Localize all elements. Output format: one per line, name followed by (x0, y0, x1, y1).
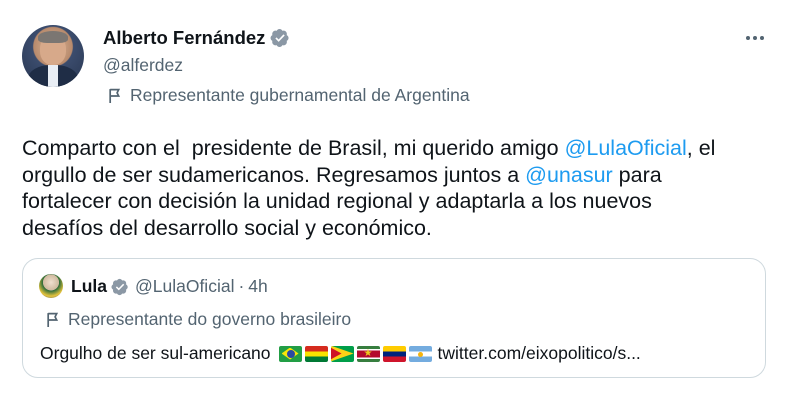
quoted-timestamp[interactable]: 4h (248, 276, 267, 297)
suriname-flag-icon (356, 345, 380, 362)
flag-outline-icon (109, 88, 121, 103)
tweet-line: desafíos del desarrollo social y económi… (22, 215, 432, 240)
mention-unasur[interactable]: @unasur (525, 163, 613, 187)
verified-badge-icon (270, 29, 289, 47)
quoted-display-name[interactable]: Lula (71, 276, 107, 297)
quoted-affiliation: Representante do governo brasileiro (45, 309, 351, 330)
flag-emojis (278, 345, 432, 362)
venezuela-flag-icon (382, 345, 406, 362)
quoted-handle[interactable]: @LulaOficial (135, 276, 234, 297)
author-handle[interactable]: @alferdez (103, 55, 183, 76)
quoted-tweet[interactable]: Lula @LulaOficial · 4h Representante do … (22, 258, 766, 378)
verified-badge-icon (111, 278, 128, 295)
more-options-icon[interactable] (740, 26, 770, 50)
bolivia-flag-icon (304, 345, 328, 362)
separator: · (238, 276, 245, 296)
quoted-text-body: Orgulho de ser sul-americano (40, 343, 271, 363)
author-avatar[interactable] (22, 25, 84, 87)
quoted-link[interactable]: twitter.com/eixopolitico/s... (438, 343, 641, 364)
tweet-line: fortalecer con decisión la unidad region… (22, 189, 652, 213)
quoted-text: Orgulho de ser sul-americano twitter.com… (40, 343, 641, 364)
quoted-affiliation-text: Representante do governo brasileiro (68, 309, 352, 329)
quoted-author-avatar[interactable] (39, 274, 63, 298)
tweet[interactable]: Alberto Fernández @alferdez Representant… (0, 0, 790, 403)
brazil-flag-icon (278, 345, 302, 362)
author-name-row: Alberto Fernández (103, 27, 290, 49)
flag-outline-icon (47, 312, 59, 327)
mention-lulaoficial[interactable]: @LulaOficial (565, 136, 687, 160)
author-affiliation: Representante gubernamental de Argentina (107, 85, 470, 106)
tweet-line: Comparto con el presidente de Brasil, mi… (22, 136, 716, 160)
tweet-line: orgullo de ser sudamericanos. Regresamos… (22, 162, 662, 187)
author-affiliation-text: Representante gubernamental de Argentina (130, 85, 470, 105)
guyana-flag-icon (330, 345, 354, 362)
tweet-text: Comparto con el presidente de Brasil, mi… (22, 135, 782, 241)
author-display-name[interactable]: Alberto Fernández (103, 27, 265, 49)
argentina-flag-icon (408, 345, 432, 362)
quoted-author-row: Lula @LulaOficial · 4h (71, 276, 268, 297)
